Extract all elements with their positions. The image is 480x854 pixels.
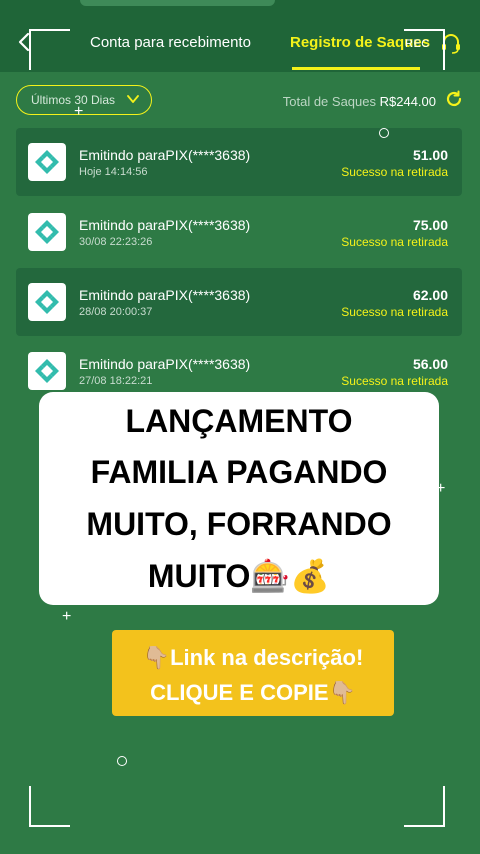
sparkle-ring-icon — [117, 756, 127, 766]
transaction-title: Emitindo paraPIX(****3638) — [79, 147, 251, 163]
total-saques: Total de Saques R$244.00 — [283, 94, 436, 109]
promo-line-3: MUITO, FORRANDO — [86, 506, 392, 542]
frame-corner-icon — [404, 786, 445, 827]
frame-corner-icon — [29, 786, 70, 827]
promo-line-2: FAMILIA PAGANDO — [90, 454, 388, 490]
notch-pill — [80, 0, 275, 6]
cta-line-2: CLIQUE E COPIE👇🏼 — [150, 680, 356, 705]
transaction-amount: 51.00 — [412, 147, 448, 163]
transaction-status: Sucesso na retirada — [341, 235, 448, 249]
refresh-icon[interactable] — [444, 89, 464, 109]
transaction-status: Sucesso na retirada — [341, 374, 448, 388]
tab-conta-recebimento[interactable]: Conta para recebimento — [90, 34, 251, 51]
total-label: Total de Saques — [282, 94, 376, 109]
active-tab-indicator — [292, 67, 420, 70]
transaction-time: 27/08 18:22:21 — [79, 375, 153, 387]
promo-line-4: MUITO🎰💰 — [147, 558, 331, 594]
transaction-time: Hoje 14:14:56 — [79, 166, 148, 178]
transaction-row[interactable]: Emitindo paraPIX(****3638) 30/08 22:23:2… — [16, 198, 462, 266]
transaction-amount: 62.00 — [412, 287, 448, 303]
transaction-row[interactable]: Emitindo paraPIX(****3638) Hoje 14:14:56… — [16, 128, 462, 196]
promo-text-box: LANÇAMENTO FAMILIA PAGANDO MUITO, FORRAN… — [39, 392, 439, 605]
transaction-row[interactable]: Emitindo paraPIX(****3638) 28/08 20:00:3… — [16, 268, 462, 336]
sparkle-icon: + — [436, 480, 446, 497]
sparkle-icon: + — [62, 608, 72, 625]
pix-logo-icon — [28, 143, 66, 181]
frame-corner-icon — [404, 29, 445, 70]
transaction-title: Emitindo paraPIX(****3638) — [79, 287, 251, 303]
promo-line-1: LANÇAMENTO — [125, 403, 353, 439]
total-amount: R$244.00 — [379, 94, 436, 109]
pix-logo-icon — [28, 352, 66, 390]
chevron-down-icon — [127, 95, 139, 103]
transaction-amount: 56.00 — [412, 356, 448, 372]
transaction-time: 28/08 20:00:37 — [79, 306, 153, 318]
sparkle-icon: + — [74, 103, 84, 120]
transaction-time: 30/08 22:23:26 — [79, 236, 153, 248]
transaction-amount: 75.00 — [412, 217, 448, 233]
period-filter-dropdown[interactable]: Últimos 30 Dias — [16, 85, 152, 115]
pix-logo-icon — [28, 213, 66, 251]
transaction-title: Emitindo paraPIX(****3638) — [79, 217, 251, 233]
pix-logo-icon — [28, 283, 66, 321]
frame-corner-icon — [29, 29, 70, 70]
cta-box[interactable]: 👇🏼Link na descrição! CLIQUE E COPIE👇🏼 — [112, 630, 394, 716]
transaction-status: Sucesso na retirada — [341, 305, 448, 319]
transaction-status: Sucesso na retirada — [341, 165, 448, 179]
transaction-title: Emitindo paraPIX(****3638) — [79, 356, 251, 372]
sparkle-ring-icon — [379, 128, 389, 138]
cta-line-1: 👇🏼Link na descrição! — [142, 645, 364, 670]
